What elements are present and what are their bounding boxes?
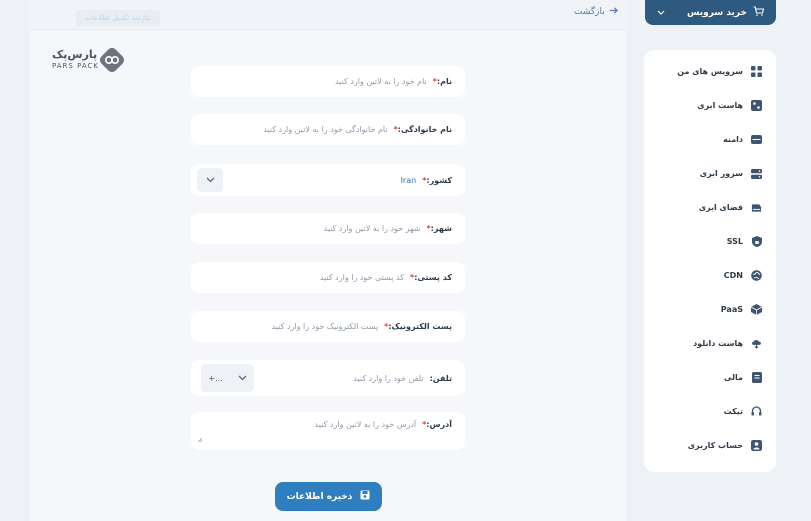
sidebar-item-account[interactable]: حساب کاربری	[688, 440, 762, 451]
first-name-input[interactable]: نام خود را به لاتین وارد کنید	[335, 77, 427, 86]
address-label: آدرس:	[426, 420, 452, 429]
email-field[interactable]: پست الکترونیک:* پست الکترونیک خود را وار…	[191, 311, 465, 342]
buy-service-label: خرید سرویس	[687, 7, 747, 18]
phone-field[interactable]: تلفن: تلفن خود را وارد کنید +...	[191, 360, 465, 396]
sidebar-item-cdn[interactable]: CDN	[724, 270, 762, 281]
logo-subtext: PARS PACK	[52, 62, 100, 70]
chevron-down-icon	[657, 8, 665, 18]
sidebar-item-finance[interactable]: مالی	[724, 372, 762, 383]
sidebar-item-label: هاست ابری	[697, 101, 743, 110]
country-label: کشور:	[426, 175, 452, 185]
parspack-logo: پارس‌پک PARS PACK	[52, 46, 126, 76]
sidebar-item-cloud-server[interactable]: سرور ابری	[700, 168, 762, 179]
grid-icon	[751, 66, 762, 77]
logo-text: پارس‌پک	[52, 48, 98, 61]
user-icon	[751, 440, 762, 451]
email-label: پست الکترونیک:	[388, 322, 452, 331]
sidebar-item-download-host[interactable]: هاست دانلود	[693, 338, 762, 349]
phone-code-select[interactable]: +...	[201, 364, 254, 392]
city-input[interactable]: شهر خود را به لاتین وارد کنید	[324, 224, 421, 233]
phone-input[interactable]: تلفن خود را وارد کنید	[353, 374, 423, 383]
sidebar-item-label: PaaS	[720, 305, 743, 314]
postal-code-field[interactable]: کد پستی:* کد پستی خود را وارد کنید	[191, 262, 465, 293]
country-select-value[interactable]: Iran	[401, 176, 417, 185]
sidebar-item-label: فضای ابری	[698, 203, 743, 212]
download-cloud-icon	[751, 338, 762, 349]
cart-icon	[753, 6, 765, 19]
storage-icon	[751, 202, 762, 213]
postal-code-input[interactable]: کد پستی خود را وارد کنید	[320, 273, 404, 282]
postal-code-label: کد پستی:	[414, 273, 452, 282]
sidebar-item-label: حساب کاربری	[687, 441, 743, 450]
sidebar-item-cloud-host[interactable]: هاست ابری	[697, 100, 762, 111]
save-button[interactable]: ذخیره اطلاعات	[275, 482, 382, 511]
phone-code-value: +...	[208, 373, 223, 383]
cube-icon	[751, 304, 762, 315]
resize-handle-icon[interactable]	[197, 436, 203, 445]
address-textarea[interactable]: آدرس خود را به لاتین وارد کنید	[315, 420, 417, 429]
first-name-field[interactable]: نام:* نام خود را به لاتین وارد کنید	[191, 66, 465, 97]
back-label: بازگشت	[574, 7, 605, 17]
buy-service-button[interactable]: خرید سرویس	[645, 0, 776, 25]
globe-icon	[751, 270, 762, 281]
last-name-input[interactable]: نام خانوادگی خود را به لاتین وارد کنید	[263, 125, 387, 134]
lock-icon	[751, 236, 762, 247]
back-link[interactable]: بازگشت	[574, 6, 618, 18]
sidebar-item-ticket[interactable]: تیکت	[724, 406, 762, 417]
chevron-down-icon	[238, 374, 247, 383]
save-button-label: ذخیره اطلاعات	[286, 491, 353, 502]
domain-icon	[751, 134, 762, 145]
arrow-right-icon	[609, 6, 618, 18]
address-field[interactable]: آدرس:* آدرس خود را به لاتین وارد کنید	[191, 412, 465, 450]
cloud-host-icon	[751, 100, 762, 111]
wallet-icon	[751, 372, 762, 383]
server-icon	[751, 168, 762, 179]
sidebar-item-label: دامنه	[723, 135, 743, 144]
sidebar-item-label: هاست دانلود	[693, 339, 743, 348]
email-input[interactable]: پست الکترونیک خود را وارد کنید	[272, 322, 379, 331]
chevron-down-icon	[206, 176, 215, 185]
save-icon	[360, 490, 370, 503]
sidebar: سرویس های من هاست ابری دامنه سرور ابری ف…	[644, 50, 776, 472]
sidebar-item-my-services[interactable]: سرویس های من	[677, 66, 762, 77]
city-label: شهر:	[430, 224, 452, 233]
sidebar-item-paas[interactable]: PaaS	[721, 304, 762, 315]
sidebar-item-label: مالی	[723, 373, 743, 382]
sidebar-item-cloud-storage[interactable]: فضای ابری	[699, 202, 762, 213]
ghost-page-title: نیازمند تکمیل اطلاعات	[76, 10, 160, 26]
country-dropdown-toggle[interactable]	[197, 168, 223, 192]
city-field[interactable]: شهر:* شهر خود را به لاتین وارد کنید	[191, 213, 465, 244]
sidebar-item-label: SSL	[726, 237, 743, 246]
sidebar-item-label: سرور ابری	[699, 169, 743, 178]
last-name-field[interactable]: نام خانوادگی:* نام خانوادگی خود را به لا…	[191, 114, 465, 145]
headset-icon	[751, 406, 762, 417]
sidebar-item-label: CDN	[723, 271, 743, 280]
sidebar-item-label: تیکت	[723, 407, 743, 416]
sidebar-item-domain[interactable]: دامنه	[723, 134, 762, 145]
first-name-label: نام:	[436, 77, 452, 86]
logo-mark-icon	[98, 46, 126, 78]
country-field[interactable]: کشور:* Iran	[191, 164, 465, 196]
last-name-label: نام خانوادگی:	[397, 125, 452, 134]
sidebar-item-ssl[interactable]: SSL	[727, 236, 762, 247]
sidebar-item-label: سرویس های من	[677, 67, 743, 76]
phone-label: تلفن:	[429, 373, 452, 383]
